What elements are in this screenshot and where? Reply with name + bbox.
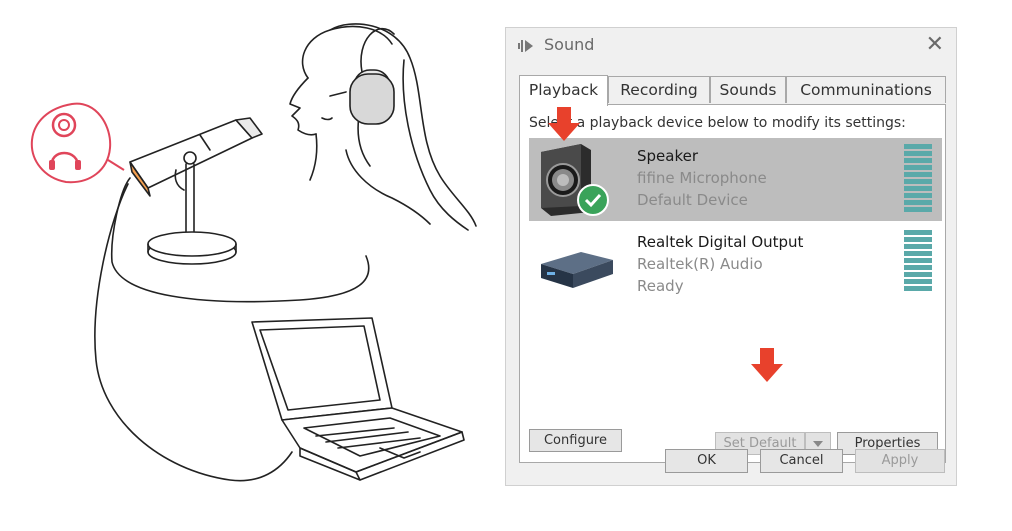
device-item-realtek[interactable]: Realtek Digital Output Realtek(R) Audio … [529, 224, 942, 307]
device-name: Speaker [637, 147, 699, 165]
chevron-down-icon [813, 440, 823, 447]
tab-sounds[interactable]: Sounds [710, 76, 786, 103]
title-bar: Sound ✕ [506, 28, 956, 64]
speaker-icon [518, 40, 533, 52]
device-name: Realtek Digital Output [637, 233, 804, 251]
headphones-icon [30, 102, 125, 184]
cancel-button[interactable]: Cancel [760, 449, 843, 473]
device-description: Realtek(R) Audio [637, 255, 763, 273]
tab-recording[interactable]: Recording [608, 76, 710, 103]
close-icon[interactable]: ✕ [926, 32, 944, 58]
playback-panel: Select a playback device below to modify… [519, 104, 946, 463]
default-check-icon [577, 184, 609, 216]
person-with-headphones [289, 23, 477, 231]
device-list[interactable]: Speaker fifine Microphone Default Device… [529, 138, 942, 348]
configure-button[interactable]: Configure [529, 429, 622, 452]
laptop-icon [251, 317, 465, 481]
dialog-title: Sound [544, 35, 595, 54]
tab-communinations[interactable]: Communinations [786, 76, 946, 103]
device-status: Default Device [637, 191, 748, 209]
arrow-down-icon [548, 107, 580, 141]
device-item-speaker[interactable]: Speaker fifine Microphone Default Device [529, 138, 942, 221]
instruction-text: Select a playback device below to modify… [529, 115, 906, 131]
setup-illustration [30, 23, 477, 482]
tab-playback[interactable]: Playback [519, 75, 608, 106]
arrow-down-icon [751, 348, 783, 382]
ok-button[interactable]: OK [665, 449, 748, 473]
sound-dialog: Sound ✕ Playback Recording Sounds Commun… [505, 27, 957, 486]
volume-meter [904, 230, 932, 293]
device-description: fifine Microphone [637, 169, 767, 187]
microphone-icon [129, 117, 263, 265]
device-status: Ready [637, 277, 684, 295]
volume-meter [904, 144, 932, 214]
digital-output-icon [541, 252, 613, 288]
apply-button[interactable]: Apply [855, 449, 945, 473]
